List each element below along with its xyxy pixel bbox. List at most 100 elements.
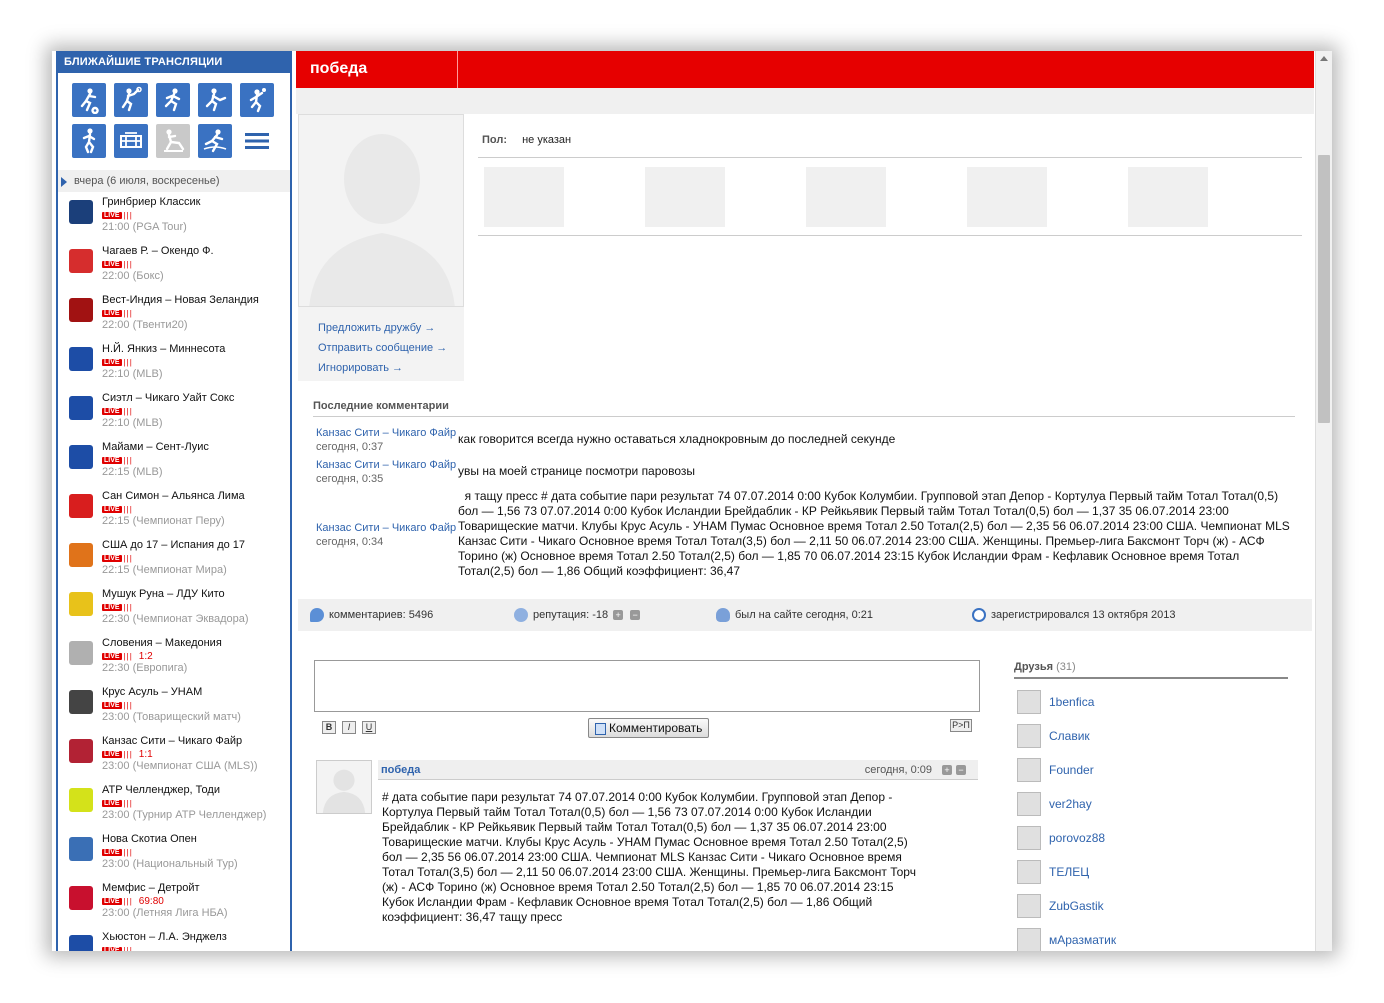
hockey-icon[interactable] (198, 83, 232, 117)
vertical-scrollbar[interactable] (1315, 51, 1332, 951)
post-avatar[interactable] (316, 760, 372, 814)
profile-stats-bar: комментариев: 5496 репутация: -18 + − бы… (298, 599, 1312, 631)
running-icon[interactable] (156, 83, 190, 117)
friend-avatar[interactable] (1017, 724, 1041, 748)
post-time: сегодня, 0:09 (864, 764, 932, 776)
event-item[interactable]: Нова Скотиа Опен LIVE ||| 23:00 (Национальн… (58, 829, 290, 878)
friend-avatar[interactable] (1017, 690, 1041, 714)
friend-item[interactable]: ver2hay (1014, 787, 1288, 821)
friend-name-link[interactable]: Славик (1049, 729, 1090, 743)
event-item[interactable]: Сиэтл – Чикаго Уайт Сокс LIVE ||| 22:10 (ML… (58, 388, 290, 437)
event-time: 23:00 (Товарищеский матч) (102, 711, 241, 723)
boxing-icon[interactable] (72, 124, 106, 158)
basketball-icon[interactable] (240, 83, 274, 117)
day-selector[interactable]: вчера (6 июля, воскресенье) (58, 170, 290, 192)
live-signal-icon: ||| (123, 259, 133, 269)
post-minus-button[interactable]: − (956, 765, 966, 775)
comment-input[interactable] (314, 660, 980, 712)
event-item[interactable]: ATP Челленджер, Тоди LIVE ||| 23:00 (Турнир… (58, 780, 290, 829)
event-item[interactable]: Майами – Сент-Луис LIVE ||| 22:15 (MLB) (58, 437, 290, 486)
avatar-placeholder-icon (322, 769, 366, 813)
reputation-minus-button[interactable]: − (630, 610, 641, 620)
tennis-icon[interactable] (114, 83, 148, 117)
friend-name-link[interactable]: мАразматик (1049, 933, 1116, 947)
event-item[interactable]: Сан Симон – Альянса Лима LIVE ||| 22:15 (Че… (58, 486, 290, 535)
post-text: # дата событие пари результат 74 07.07.2… (382, 790, 916, 924)
friend-item[interactable]: мАразматик (1014, 923, 1288, 951)
submit-comment-button[interactable]: Комментировать (588, 718, 710, 738)
event-item[interactable]: Канзас Сити – Чикаго Файр LIVE ||| 1:1 23:00… (58, 731, 290, 780)
event-item[interactable]: Н.Й. Янкиз – Миннесота LIVE ||| 22:10 (MLB) (58, 339, 290, 388)
live-signal-icon: ||| (123, 896, 133, 906)
photo-thumb[interactable] (967, 167, 1047, 227)
friend-avatar[interactable] (1017, 894, 1041, 918)
event-time: 22:10 (MLB) (102, 368, 163, 380)
comment-match-link[interactable]: Канзас Сити – Чикаго Файр (316, 458, 461, 472)
friend-name-link[interactable]: 1benfica (1049, 695, 1094, 709)
event-item[interactable]: Мушук Руна – ЛДУ Кито LIVE ||| 22:30 (Чемпи… (58, 584, 290, 633)
friend-item[interactable]: ZubGastik (1014, 889, 1288, 923)
reputation-plus-button[interactable]: + (613, 610, 624, 620)
volleyball-icon[interactable] (198, 124, 232, 158)
event-item[interactable]: Чагаев Р. – Окендо Ф. LIVE ||| 22:00 (Бокс) (58, 241, 290, 290)
stadium-icon[interactable] (114, 124, 148, 158)
broadcasts-sidebar: БЛИЖАЙШИЕ ТРАНСЛЯЦИИ вчера (6 июля, воск… (56, 51, 292, 951)
friend-item[interactable]: ТЕЛЕЦ (1014, 855, 1288, 889)
scroll-up-arrow-icon[interactable] (1320, 56, 1328, 61)
comment-match-link[interactable]: Канзас Сити – Чикаго Файр (316, 426, 461, 440)
live-signal-icon: ||| (123, 945, 133, 952)
event-item[interactable]: Крус Асуль – УНАМ LIVE ||| 23:00 (Товарищес… (58, 682, 290, 731)
photo-thumb[interactable] (645, 167, 725, 227)
friend-name-link[interactable]: ZubGastik (1049, 899, 1104, 913)
live-signal-icon: ||| (123, 406, 133, 416)
event-item[interactable]: США до 17 – Испания до 17 LIVE ||| 22:15 (Ч… (58, 535, 290, 584)
underline-button[interactable]: U (362, 721, 376, 734)
bold-button[interactable]: B (322, 721, 336, 734)
event-item[interactable]: Хьюстон – Л.А. ЭнджелзLIVE|||23:35 (MLB) (58, 927, 290, 951)
photo-thumb[interactable] (484, 167, 564, 227)
post-plus-button[interactable]: + (942, 765, 952, 775)
photo-thumb[interactable] (806, 167, 886, 227)
comment-meta: Канзас Сити – Чикаго Файр сегодня, 0:37 (316, 426, 461, 454)
friend-avatar[interactable] (1017, 826, 1041, 850)
football-icon[interactable] (72, 83, 106, 117)
post-author-link[interactable]: победа (381, 764, 420, 776)
menu-icon[interactable] (240, 124, 274, 158)
live-badge: LIVE (102, 897, 122, 905)
friend-name-link[interactable]: Founder (1049, 763, 1094, 777)
friend-name-link[interactable]: ТЕЛЕЦ (1049, 865, 1089, 879)
italic-button[interactable]: I (342, 721, 356, 734)
event-item[interactable]: Вест-Индия – Новая Зеландия LIVE ||| 22:00 … (58, 290, 290, 339)
friend-name-link[interactable]: porovoz88 (1049, 831, 1105, 845)
friend-avatar[interactable] (1017, 792, 1041, 816)
sport-badge-icon (69, 837, 93, 861)
ignore-link[interactable]: Игнорировать → (318, 358, 464, 378)
friend-item[interactable]: Founder (1014, 753, 1288, 787)
offer-friendship-link[interactable]: Предложить дружбу → (318, 318, 464, 338)
combat-icon[interactable] (156, 124, 190, 158)
clock-icon (972, 608, 986, 622)
live-signal-icon: ||| (123, 455, 133, 465)
photo-thumb[interactable] (1128, 167, 1208, 227)
friend-item[interactable]: 1benfica (1014, 685, 1288, 719)
event-item[interactable]: Гринбриер Классик LIVE ||| 21:00 (PGA Tour) (58, 192, 290, 241)
event-title: Нова Скотиа Опен (102, 833, 197, 845)
comment-text: я тащу пресс # дата событие пари результ… (458, 489, 1294, 578)
friend-avatar[interactable] (1017, 758, 1041, 782)
scrollbar-thumb[interactable] (1318, 155, 1330, 423)
send-message-link[interactable]: Отправить сообщение → (318, 338, 464, 358)
friend-item[interactable]: Славик (1014, 719, 1288, 753)
friend-name-link[interactable]: ver2hay (1049, 797, 1092, 811)
comment-match-link[interactable]: Канзас Сити – Чикаго Файр (316, 521, 461, 535)
friend-item[interactable]: porovoz88 (1014, 821, 1288, 855)
event-title: Сан Симон – Альянса Лима (102, 490, 245, 502)
event-item[interactable]: Словения – Македония LIVE ||| 1:2 22:30 (Евр… (58, 633, 290, 682)
friend-avatar[interactable] (1017, 928, 1041, 951)
friend-avatar[interactable] (1017, 860, 1041, 884)
event-time: 22:15 (Чемпионат Перу) (102, 515, 225, 527)
live-indicator: LIVE ||| (102, 454, 290, 466)
friends-title[interactable]: Друзья (31) (1014, 661, 1288, 679)
live-signal-icon: ||| (123, 651, 133, 661)
translit-button[interactable]: Р>П (950, 719, 972, 732)
event-item[interactable]: Мемфис – Детройт LIVE ||| 69:80 23:00 (Летня… (58, 878, 290, 927)
